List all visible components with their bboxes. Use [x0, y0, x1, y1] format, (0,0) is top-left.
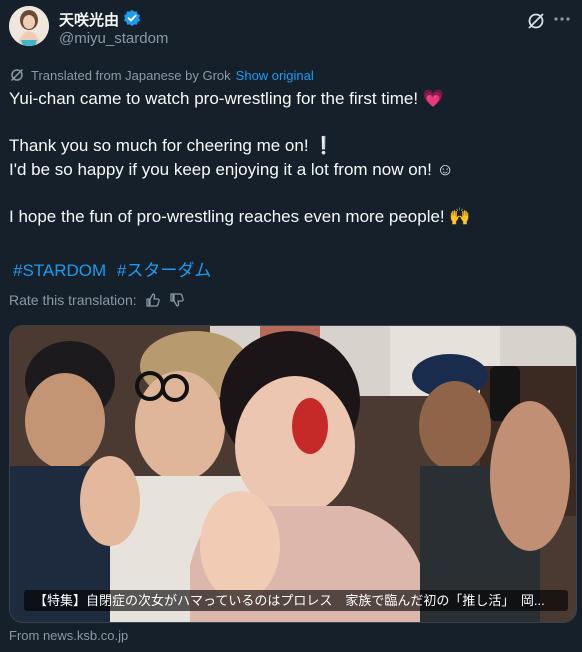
- hashtags: #STARDOM #スターダム: [13, 256, 217, 281]
- translation-label: Translated from Japanese by Grok: [31, 67, 231, 83]
- thumbs-down-icon[interactable]: [169, 292, 185, 308]
- translation-notice: Translated from Japanese by Grok Show or…: [9, 66, 314, 84]
- rate-label: Rate this translation:: [9, 292, 137, 308]
- handle[interactable]: @miyu_stardom: [59, 30, 168, 47]
- avatar[interactable]: [9, 6, 49, 46]
- more-icon[interactable]: [552, 9, 572, 29]
- tweet-text-line: Thank you so much for cheering me on! ❕: [9, 136, 335, 155]
- source-link[interactable]: From news.ksb.co.jp: [9, 628, 128, 643]
- verified-badge-icon: [123, 9, 141, 27]
- hashtag-link[interactable]: #スターダム: [117, 261, 211, 280]
- grok-icon[interactable]: [526, 11, 546, 31]
- tweet-header: 天咲光由 @miyu_stardom: [9, 6, 572, 50]
- grok-icon: [10, 68, 24, 82]
- rate-translation: Rate this translation:: [9, 292, 185, 308]
- display-name[interactable]: 天咲光由: [59, 9, 119, 30]
- video-caption: 【特集】自閉症の次女がハマっているのはプロレス 家族で臨んだ初の「推し活」 岡.…: [24, 590, 568, 611]
- media-photo[interactable]: 【特集】自閉症の次女がハマっているのはプロレス 家族で臨んだ初の「推し活」 岡.…: [9, 325, 577, 623]
- show-original-link[interactable]: Show original: [236, 68, 314, 83]
- tweet-text-line: I hope the fun of pro-wrestling reaches …: [9, 207, 471, 226]
- hashtag-link[interactable]: #STARDOM: [13, 261, 106, 280]
- crowd-photo: [10, 326, 576, 622]
- tweet-text-line: Yui-chan came to watch pro-wrestling for…: [9, 89, 444, 108]
- tweet-text-line: I'd be so happy if you keep enjoying it …: [9, 160, 454, 179]
- thumbs-up-icon[interactable]: [145, 292, 161, 308]
